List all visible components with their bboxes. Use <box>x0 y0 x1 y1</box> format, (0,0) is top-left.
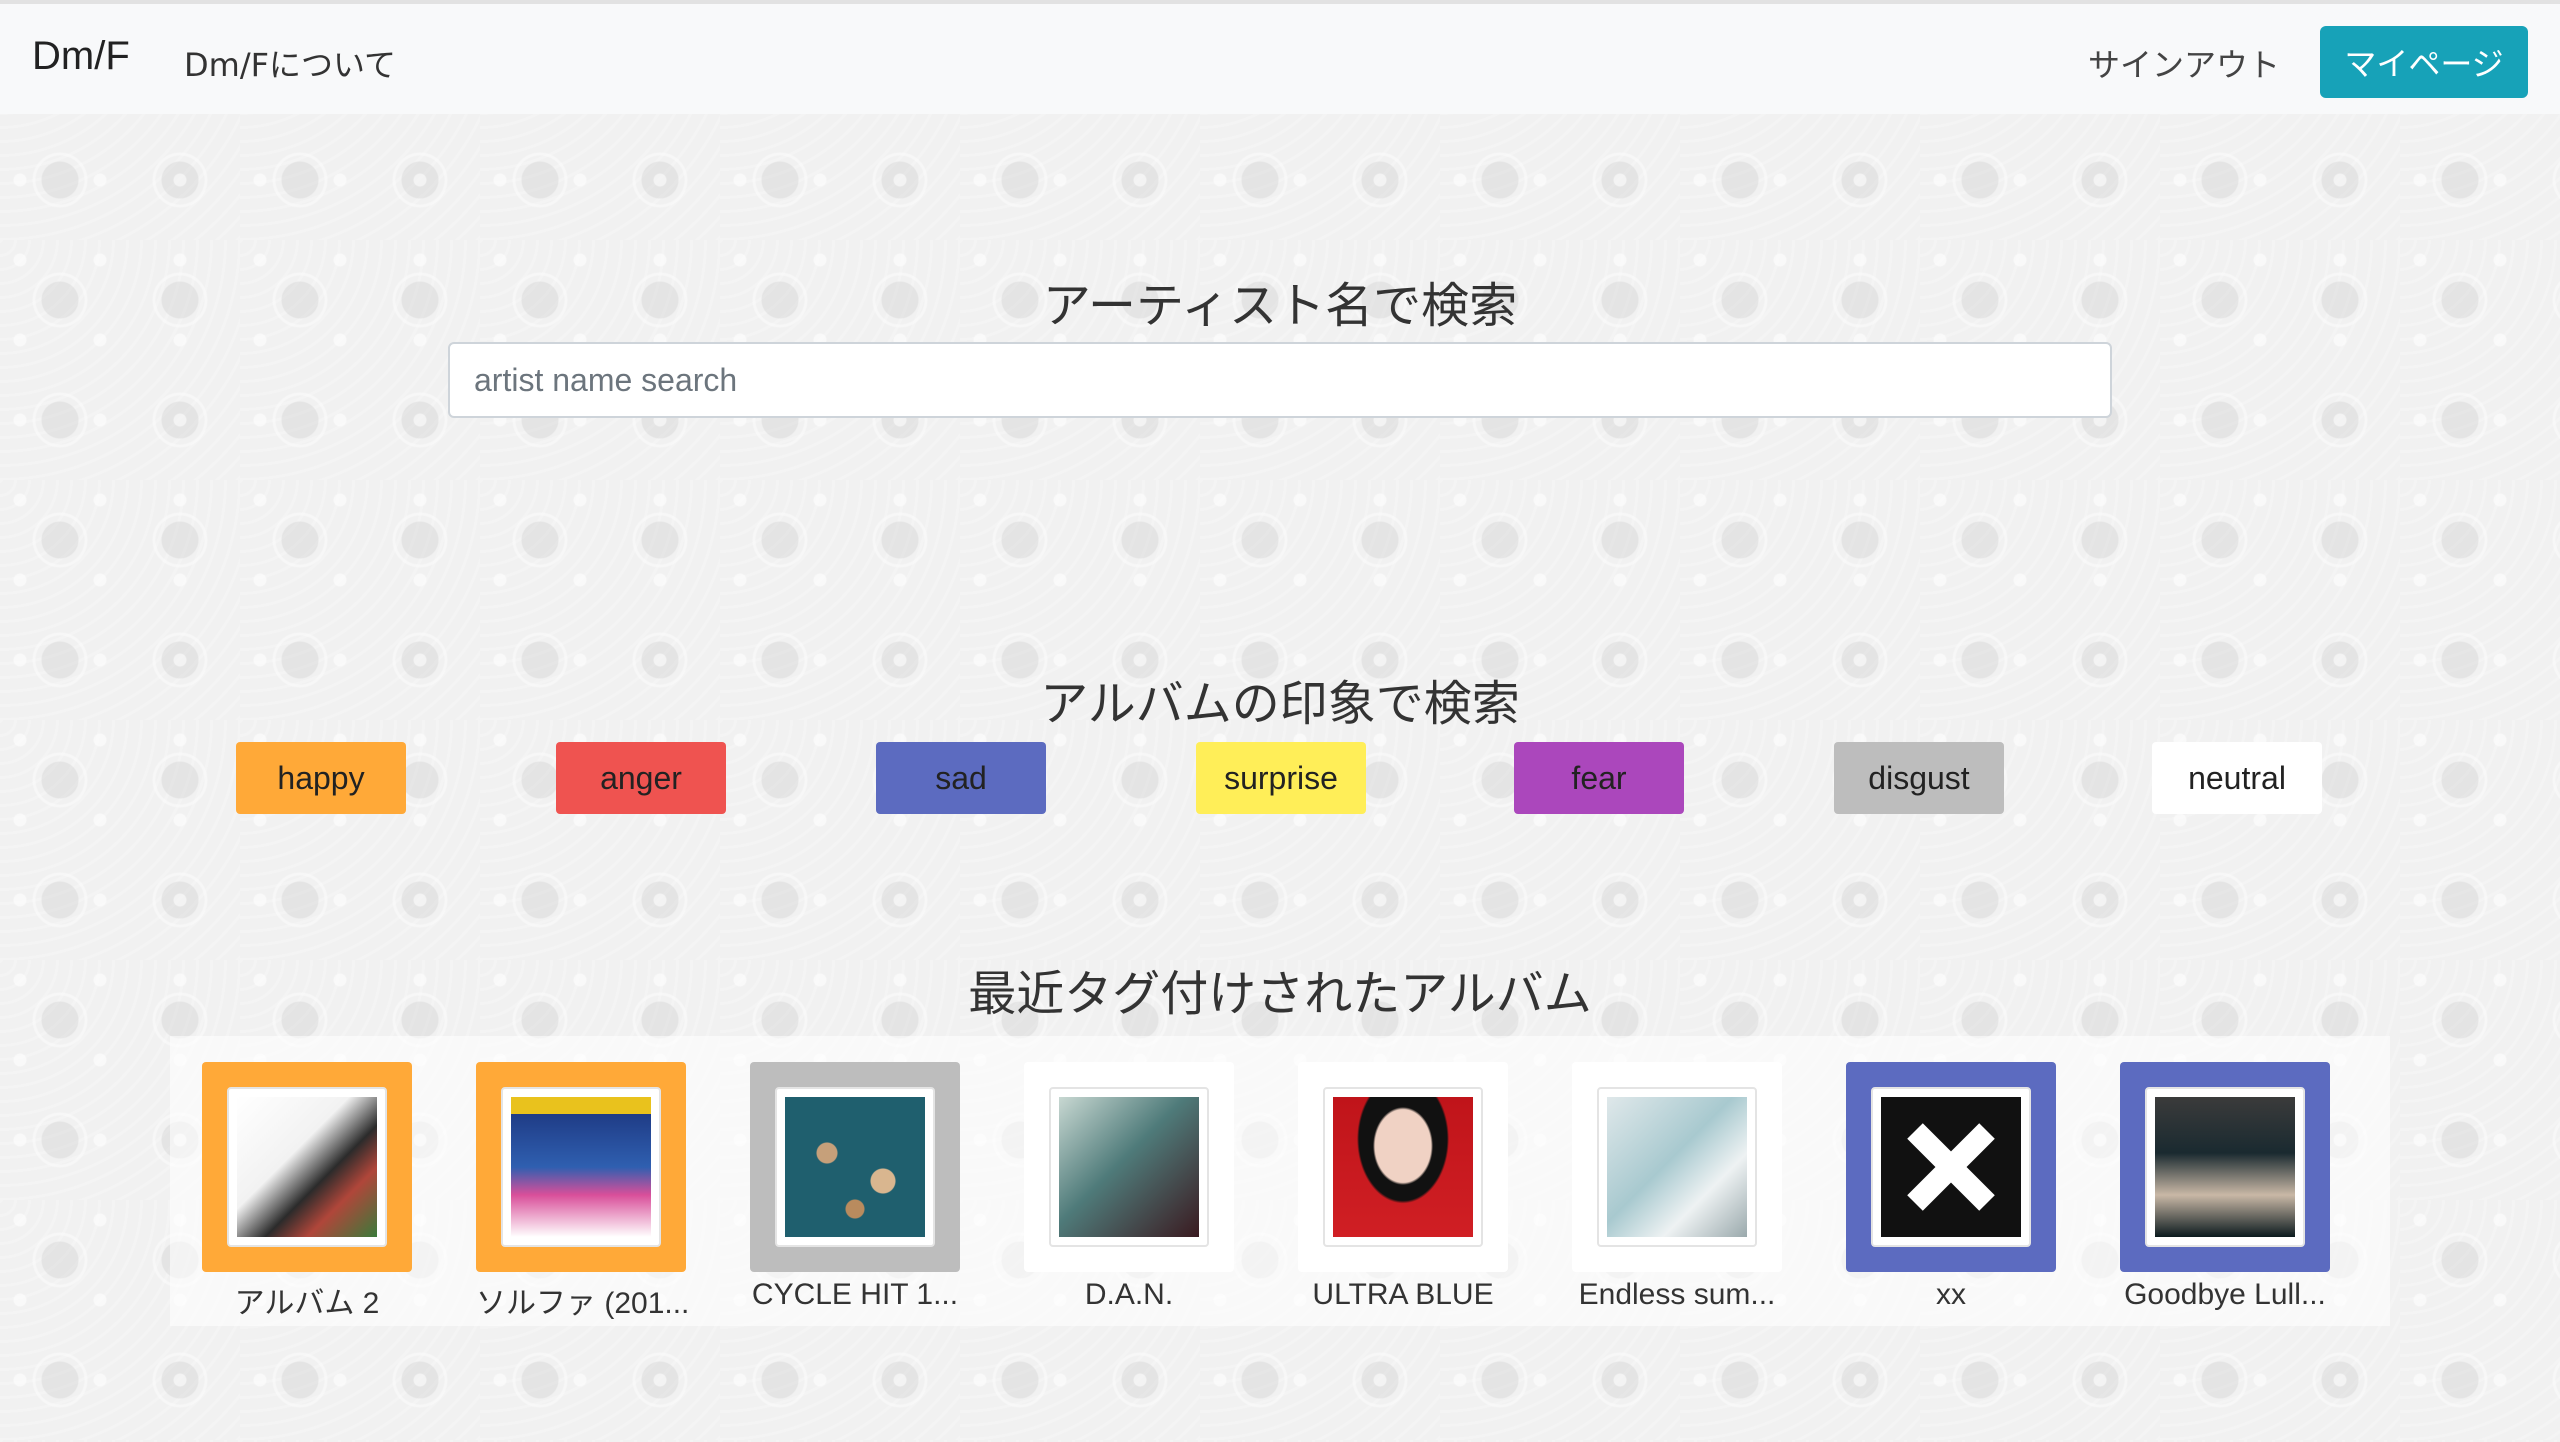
navbar: Dm/F Dm/Fについて サインアウト マイページ <box>0 0 2560 114</box>
recent-albums-title: 最近タグ付けされたアルバム <box>968 966 1592 1022</box>
artist-search-input[interactable] <box>448 342 2112 418</box>
artist-search-title: アーティスト名で検索 <box>1042 278 1518 334</box>
album-cover[interactable] <box>1049 1087 1209 1247</box>
album-cover[interactable] <box>1323 1087 1483 1247</box>
nav-about-link[interactable]: Dm/Fについて <box>184 40 396 86</box>
album-card[interactable]: Endless sum... <box>1572 1062 1782 1312</box>
album-cover[interactable] <box>775 1087 935 1247</box>
album-emotion-frame[interactable] <box>750 1062 960 1272</box>
album-emotion-frame[interactable] <box>1572 1062 1782 1272</box>
emotion-button-sad[interactable]: sad <box>876 742 1046 814</box>
album-art-image <box>1059 1097 1199 1237</box>
album-emotion-frame[interactable] <box>1846 1062 2056 1272</box>
signout-link[interactable]: サインアウト <box>2088 40 2280 86</box>
emotion-button-happy[interactable]: happy <box>236 742 406 814</box>
album-cover[interactable] <box>1871 1087 2031 1247</box>
emotion-search-title: アルバムの印象で検索 <box>1040 676 1520 732</box>
album-title[interactable]: アルバム 2 <box>202 1278 412 1322</box>
brand-logo[interactable]: Dm/F <box>32 34 130 79</box>
album-cover[interactable] <box>2145 1087 2305 1247</box>
album-cover[interactable] <box>501 1087 661 1247</box>
album-art-image <box>1333 1097 1473 1237</box>
album-art-image <box>237 1097 377 1237</box>
x-icon <box>1907 1123 1995 1211</box>
album-emotion-frame[interactable] <box>202 1062 412 1272</box>
album-title[interactable]: Goodbye Lull... <box>2120 1278 2330 1312</box>
album-title[interactable]: ULTRA BLUE <box>1298 1278 1508 1312</box>
album-card[interactable]: ULTRA BLUE <box>1298 1062 1508 1312</box>
album-card[interactable]: アルバム 2 <box>202 1062 412 1322</box>
album-cover[interactable] <box>227 1087 387 1247</box>
album-title[interactable]: ソルファ (201... <box>476 1278 689 1322</box>
album-art-image <box>511 1097 651 1237</box>
album-art-image <box>1607 1097 1747 1237</box>
album-title[interactable]: D.A.N. <box>1024 1278 1234 1312</box>
album-card[interactable]: xx <box>1846 1062 2056 1312</box>
emotion-button-anger[interactable]: anger <box>556 742 726 814</box>
album-title[interactable]: xx <box>1846 1278 2056 1312</box>
album-art-image <box>785 1097 925 1237</box>
album-cover[interactable] <box>1597 1087 1757 1247</box>
album-card[interactable]: CYCLE HIT 1... <box>750 1062 960 1312</box>
album-art-image <box>1881 1097 2021 1237</box>
emotion-button-neutral[interactable]: neutral <box>2152 742 2322 814</box>
album-title[interactable]: Endless sum... <box>1572 1278 1782 1312</box>
album-card[interactable]: Goodbye Lull... <box>2120 1062 2330 1312</box>
emotion-button-surprise[interactable]: surprise <box>1196 742 1366 814</box>
album-title[interactable]: CYCLE HIT 1... <box>750 1278 960 1312</box>
album-emotion-frame[interactable] <box>476 1062 686 1272</box>
album-art-image <box>2155 1097 2295 1237</box>
album-emotion-frame[interactable] <box>1298 1062 1508 1272</box>
album-emotion-frame[interactable] <box>1024 1062 1234 1272</box>
mypage-button[interactable]: マイページ <box>2320 26 2528 98</box>
album-card[interactable]: ソルファ (201... <box>476 1062 689 1322</box>
emotion-button-disgust[interactable]: disgust <box>1834 742 2004 814</box>
album-card[interactable]: D.A.N. <box>1024 1062 1234 1312</box>
album-emotion-frame[interactable] <box>2120 1062 2330 1272</box>
emotion-button-fear[interactable]: fear <box>1514 742 1684 814</box>
